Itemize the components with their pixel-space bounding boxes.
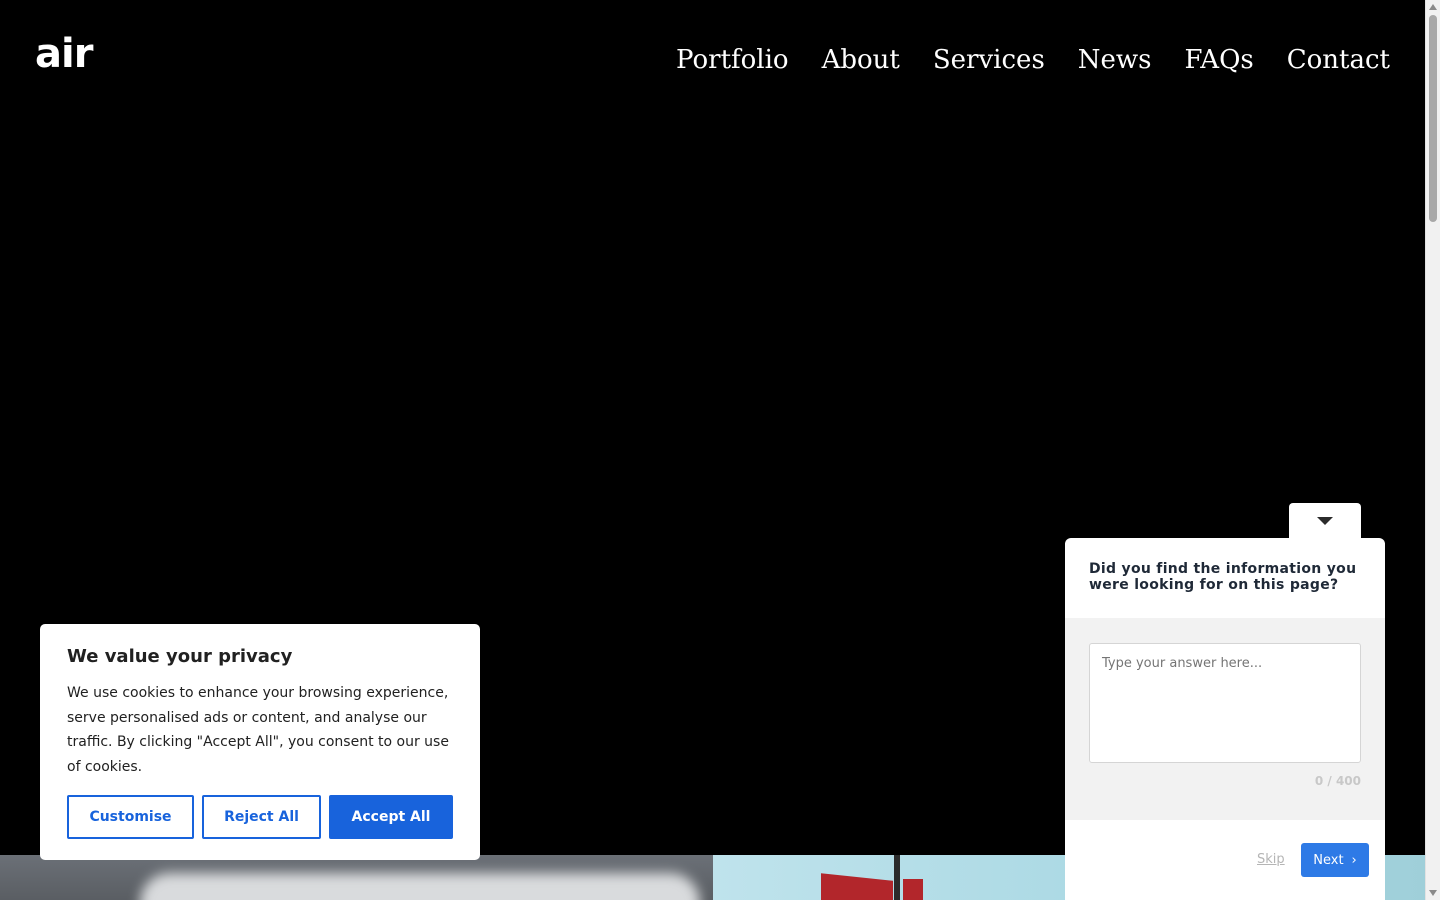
chevron-right-icon: ›: [1351, 852, 1357, 868]
survey-footer: Skip Next ›: [1065, 820, 1385, 900]
accept-all-button[interactable]: Accept All: [329, 795, 453, 839]
survey-collapse-button[interactable]: [1289, 503, 1361, 539]
flag-shape-2: [903, 879, 923, 900]
survey-answer-input[interactable]: [1089, 643, 1361, 763]
cookie-banner: We value your privacy We use cookies to …: [40, 624, 480, 860]
cookie-title: We value your privacy: [67, 646, 293, 667]
main-nav: Portfolio About Services News FAQs Conta…: [676, 42, 1390, 78]
survey-question: Did you find the information you were lo…: [1089, 561, 1357, 593]
chevron-down-icon: [1317, 517, 1333, 525]
feedback-survey: Did you find the information you were lo…: [1065, 538, 1385, 900]
site-logo[interactable]: air: [35, 34, 93, 74]
scrollbar-thumb[interactable]: [1429, 15, 1437, 222]
nav-contact[interactable]: Contact: [1287, 42, 1390, 78]
survey-answer-area: 0 / 400: [1065, 618, 1385, 820]
reject-all-button[interactable]: Reject All: [202, 795, 321, 839]
next-label: Next: [1313, 852, 1344, 868]
customise-button[interactable]: Customise: [67, 795, 194, 839]
flag-shape: [821, 873, 893, 900]
scroll-up-icon[interactable]: [1429, 4, 1437, 10]
next-button[interactable]: Next ›: [1301, 843, 1369, 877]
scroll-down-icon[interactable]: [1429, 890, 1437, 896]
nav-news[interactable]: News: [1078, 42, 1152, 78]
nav-about[interactable]: About: [822, 42, 900, 78]
cookie-buttons: Customise Reject All Accept All: [67, 795, 453, 839]
portfolio-image-left[interactable]: [0, 855, 713, 900]
nav-faqs[interactable]: FAQs: [1185, 42, 1254, 78]
page-scrollbar[interactable]: [1425, 0, 1440, 900]
skip-link[interactable]: Skip: [1257, 852, 1285, 867]
nav-portfolio[interactable]: Portfolio: [676, 42, 789, 78]
nav-services[interactable]: Services: [933, 42, 1045, 78]
image-blur: [140, 873, 700, 900]
cookie-body: We use cookies to enhance your browsing …: [67, 685, 449, 775]
flag-pole: [894, 855, 900, 900]
character-counter: 0 / 400: [1314, 774, 1361, 788]
